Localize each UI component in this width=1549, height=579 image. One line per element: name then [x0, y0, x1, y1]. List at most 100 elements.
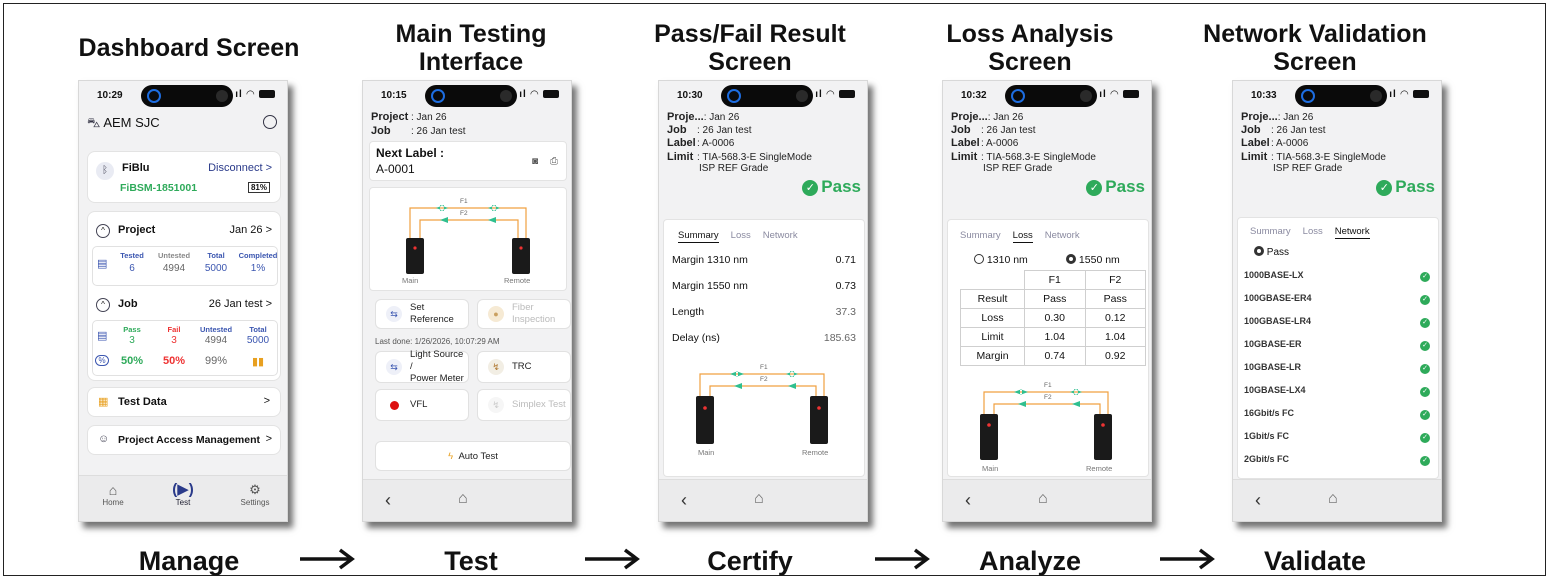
loss-card: Summary Loss Network 1310 nm 1550 nm F1 F2 … — [947, 219, 1149, 477]
radio-1550[interactable]: 1550 nm — [1066, 254, 1120, 266]
phone-loss: 10:32 ıl ◠ Proje...: Jan 26 Job: 26 Jan … — [942, 80, 1152, 522]
row-margin-1310: Margin 1310 nm 0.71 — [672, 254, 856, 266]
tab-summary[interactable]: Summary — [678, 230, 719, 243]
home-icon[interactable]: ⌂ — [1038, 490, 1048, 508]
project-stats: ▤ Tested Untested Total Completed 6 4994… — [92, 246, 278, 286]
home-icon: ⌂ — [108, 482, 118, 498]
home-icon[interactable]: ⌂ — [1328, 490, 1338, 508]
vfl-button[interactable]: VFL — [375, 389, 469, 421]
battery-badge: 81% — [247, 182, 270, 193]
camera-icon[interactable]: ◙ — [532, 156, 538, 167]
tab-loss[interactable]: Loss — [1012, 230, 1033, 243]
job-selector[interactable]: 26 Jan test > — [209, 298, 272, 310]
play-icon: (▶) — [172, 481, 194, 498]
trc-icon: ↯ — [488, 359, 504, 375]
nav-home[interactable]: ⌂ Home — [93, 482, 133, 507]
microscope-icon: ● — [488, 306, 504, 322]
fiber-inspection-button[interactable]: ● Fiber Inspection — [477, 299, 571, 329]
tab-network[interactable]: Network — [763, 230, 798, 241]
tab-loss[interactable]: Loss — [1303, 226, 1323, 237]
loss-tabs: Summary Loss Network — [960, 230, 1092, 243]
users-icon: ☺ — [98, 433, 110, 445]
network-card: Summary Loss Network Pass 1000BASE-LX ✓ 100… — [1237, 217, 1439, 479]
chevron-up-icon[interactable]: ^ — [96, 224, 110, 238]
check-icon: ✓ — [1420, 410, 1430, 420]
check-icon: ✓ — [802, 180, 819, 196]
next-label-card[interactable]: Next Label : A-0001 ◙ ⎙ — [369, 141, 567, 181]
project-selector[interactable]: Jan 26 > — [229, 224, 272, 236]
step-analyze: Analyze — [978, 546, 1082, 576]
pass-badge: ✓ Pass — [1376, 177, 1435, 197]
percent-icon: % — [95, 355, 109, 366]
check-icon: ✓ — [1420, 456, 1430, 466]
gear-icon: ⚙ — [249, 482, 261, 497]
row-delay: Delay (ns) 185.63 — [672, 332, 856, 344]
list-item: 10GBASE-LX4 ✓ — [1244, 385, 1430, 403]
check-icon: ✓ — [1376, 180, 1393, 196]
list-item: 100GBASE-ER4 ✓ — [1244, 293, 1430, 311]
tab-network[interactable]: Network — [1334, 226, 1370, 239]
org-header[interactable]: ⛍ AEM SJC — [87, 115, 160, 133]
signal-wifi-battery-icon: ıl ◠ — [235, 89, 275, 100]
back-icon[interactable]: ‹ — [965, 490, 971, 511]
back-icon[interactable]: ‹ — [681, 490, 687, 511]
printer-icon[interactable]: ⎙ — [550, 156, 558, 167]
pass-filter-radio[interactable]: Pass — [1254, 246, 1289, 258]
trc-button[interactable]: ↯ TRC — [477, 351, 571, 383]
list-item: 16Gbit/s FC ✓ — [1244, 408, 1430, 426]
project-job-card: ^ Project Jan 26 > ▤ Tested Untested Tot… — [87, 211, 281, 381]
clipboard-icon: ▤ — [97, 258, 108, 270]
status-bar: 10:30 ıl ◠ — [659, 81, 867, 109]
phone-network: 10:33 ıl ◠ Proje...: Jan 26 Job: 26 Jan … — [1232, 80, 1442, 522]
tab-network[interactable]: Network — [1045, 230, 1080, 241]
result-card: Summary Loss Network Margin 1310 nm 0.71 Ma… — [663, 219, 865, 477]
check-icon: ✓ — [1420, 433, 1430, 443]
job-line: Job: 26 Jan test — [371, 125, 466, 137]
test-data-row[interactable]: ▦ Test Data > — [87, 387, 281, 417]
nav-settings[interactable]: ⚙ Settings — [233, 482, 277, 507]
disconnect-button[interactable]: Disconnect > — [208, 162, 272, 174]
check-icon: ✓ — [1420, 295, 1430, 305]
bar-chart-icon: ▮▮ — [251, 356, 265, 368]
status-time: 10:29 — [97, 90, 123, 101]
check-icon: ✓ — [1420, 318, 1430, 328]
flow-arrow-icon — [300, 548, 355, 570]
back-icon[interactable]: ‹ — [385, 490, 391, 511]
bottom-nav: ‹ ⌂ — [943, 479, 1151, 521]
table-row: Result Pass Pass — [960, 289, 1146, 309]
home-icon[interactable]: ⌂ — [458, 490, 468, 508]
bottom-nav: ‹ ⌂ — [1233, 479, 1441, 521]
list-item: 10GBASE-ER ✓ — [1244, 339, 1430, 357]
status-bar: 10:29 ıl ◠ — [79, 81, 287, 109]
simplex-test-button[interactable]: ↯ Simplex Test — [477, 389, 571, 421]
access-management-row[interactable]: ☺ Project Access Management > — [87, 425, 281, 455]
list-item: 10GBASE-LR ✓ — [1244, 362, 1430, 380]
light-source-button[interactable]: ⇆ Light Source / Power Meter — [375, 349, 469, 384]
list-item: 2Gbit/s FC ✓ — [1244, 454, 1430, 472]
project-label: Project — [118, 224, 156, 236]
bottom-nav: ‹ ⌂ — [659, 479, 867, 521]
auto-test-button[interactable]: ϟ Auto Test — [375, 441, 571, 471]
status-bar: 10:15 ıl ◠ — [363, 81, 571, 109]
title-network: Network Validation Screen — [1203, 20, 1427, 76]
tab-summary[interactable]: Summary — [1250, 226, 1291, 237]
check-icon: ✓ — [1420, 387, 1430, 397]
chevron-up-icon[interactable]: ^ — [96, 298, 110, 312]
row-margin-1550: Margin 1550 nm 0.73 — [672, 280, 856, 292]
check-icon: ✓ — [1420, 272, 1430, 282]
project-line: Project: Jan 26 — [371, 111, 447, 123]
radio-1310[interactable]: 1310 nm — [974, 254, 1028, 266]
flow-arrow-icon — [875, 548, 930, 570]
set-reference-button[interactable]: ⇆ Set Reference — [375, 299, 469, 329]
tab-loss[interactable]: Loss — [731, 230, 751, 241]
back-icon[interactable]: ‹ — [1255, 490, 1261, 511]
loss-table: F1 F2 Result Pass Pass Loss 0.30 0.12 Limit 1.… — [960, 270, 1146, 366]
account-icon[interactable] — [263, 115, 277, 129]
device-card[interactable]: ᛒ FiBlu Disconnect > FiBSM-1851001 81% — [87, 151, 281, 203]
step-validate: Validate — [1263, 546, 1367, 576]
home-icon[interactable]: ⌂ — [754, 490, 764, 508]
test-data-icon: ▦ — [98, 396, 109, 408]
tab-summary[interactable]: Summary — [960, 230, 1001, 241]
pass-badge: ✓ Pass — [1086, 177, 1145, 197]
nav-test[interactable]: (▶) Test — [163, 480, 203, 507]
